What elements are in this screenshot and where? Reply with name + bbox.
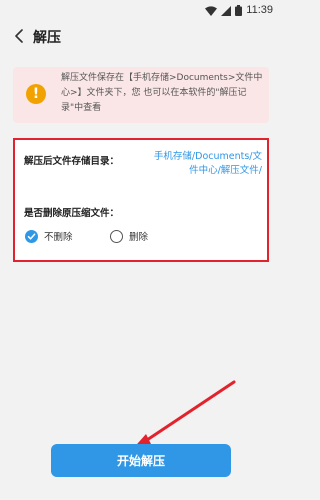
radio-option-delete[interactable]: 删除 xyxy=(110,228,148,244)
warning-icon: ! xyxy=(26,84,46,104)
radio-label-keep: 不删除 xyxy=(44,232,73,243)
chevron-left-icon xyxy=(14,28,24,47)
extract-settings-card: 解压后文件存储目录： 手机存储/Documents/文件中心/解压文件/ 是否删… xyxy=(13,138,269,262)
radio-checked-icon xyxy=(25,229,38,243)
radio-unchecked-icon xyxy=(110,229,123,243)
wifi-icon xyxy=(205,1,218,20)
delete-original-label: 是否删除原压缩文件： xyxy=(24,208,120,219)
directory-label: 解压后文件存储目录： xyxy=(24,156,120,167)
start-extract-button[interactable]: 开始解压 xyxy=(51,444,231,477)
status-bar: 11:39 xyxy=(0,0,281,20)
status-icons: 11:39 xyxy=(205,3,273,17)
top-app-bar: 解压 xyxy=(0,20,281,54)
radio-label-delete: 删除 xyxy=(129,232,149,243)
battery-icon xyxy=(235,1,243,20)
back-button[interactable] xyxy=(8,26,30,48)
notice-text: 解压文件保存在【手机存储>Documents>文件中心>】文件夹下，您 也可以在… xyxy=(61,73,263,113)
signal-icon xyxy=(221,1,232,20)
status-time: 11:39 xyxy=(246,4,273,16)
page-title: 解压 xyxy=(33,30,61,46)
directory-path-link[interactable]: 手机存储/Documents/文件中心/解压文件/ xyxy=(147,150,262,178)
save-location-notice: ! 解压文件保存在【手机存储>Documents>文件中心>】文件夹下，您 也可… xyxy=(13,67,269,123)
radio-option-keep[interactable]: 不删除 xyxy=(25,228,73,244)
